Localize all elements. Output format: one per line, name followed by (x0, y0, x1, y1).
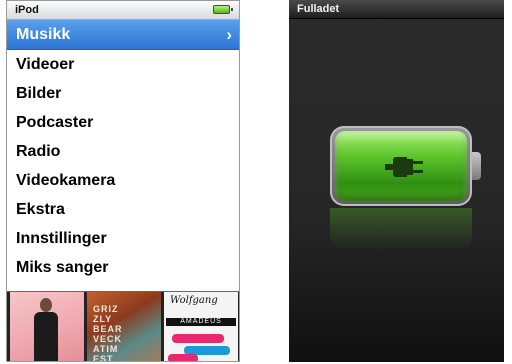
menu-item-label: Videoer (16, 56, 75, 73)
status-title: iPod (15, 4, 39, 16)
menu-item-label: Radio (16, 143, 61, 160)
menu-item-musikk[interactable]: Musikk › (7, 20, 239, 50)
chevron-right-icon: › (226, 25, 232, 44)
menu-item-videokamera[interactable]: Videokamera (7, 166, 239, 195)
battery-terminal (472, 152, 481, 180)
menu-item-bilder[interactable]: Bilder (7, 79, 239, 108)
charge-status-bar: Fulladet (289, 0, 504, 19)
album-cover-band: AMADEUS PHOENIX (166, 318, 236, 333)
charge-status-title: Fulladet (297, 3, 340, 15)
menu-item-innstillinger[interactable]: Innstillinger (7, 224, 239, 253)
pink-stripe (168, 354, 198, 361)
menu-item-label: Miks sanger (16, 259, 109, 276)
menu-item-label: Podcaster (16, 114, 94, 131)
menu-item-radio[interactable]: Radio (7, 137, 239, 166)
menu-item-label: Innstillinger (16, 230, 107, 247)
main-menu: Musikk › Videoer Bilder Podcaster Radio … (7, 20, 239, 282)
ipod-menu-screen: iPod Musikk › Videoer Bilder Podcaster R… (6, 0, 240, 362)
menu-item-label: Videokamera (16, 172, 116, 189)
battery-plug-icon (330, 126, 481, 206)
battery-icon (213, 5, 233, 14)
menu-item-label: Ekstra (16, 201, 65, 218)
battery-reflection (330, 208, 472, 250)
menu-item-label: Bilder (16, 85, 62, 102)
album-cover[interactable]: Wolfgang AMADEUS PHOENIX (164, 292, 238, 361)
menu-item-label: Musikk (16, 26, 71, 43)
menu-item-podcaster[interactable]: Podcaster (7, 108, 239, 137)
menu-item-miks-sanger[interactable]: Miks sanger (7, 253, 239, 282)
album-cover-text: GRIZ ZLY BEAR VECK ATIM EST (93, 304, 123, 362)
pink-stripe (172, 334, 224, 343)
battery-cell (335, 131, 467, 201)
person-figure (32, 298, 60, 361)
album-cover[interactable]: GRIZ ZLY BEAR VECK ATIM EST (87, 292, 161, 362)
charging-screen: Fulladet (289, 0, 504, 362)
album-cover[interactable] (10, 292, 84, 361)
status-bar: iPod (7, 1, 239, 20)
menu-item-videoer[interactable]: Videoer (7, 50, 239, 79)
album-art-strip: GRIZ ZLY BEAR VECK ATIM EST Wolfgang AMA… (7, 291, 239, 362)
album-cover-script: Wolfgang (170, 295, 218, 306)
plug-icon (385, 156, 425, 178)
menu-item-ekstra[interactable]: Ekstra (7, 195, 239, 224)
